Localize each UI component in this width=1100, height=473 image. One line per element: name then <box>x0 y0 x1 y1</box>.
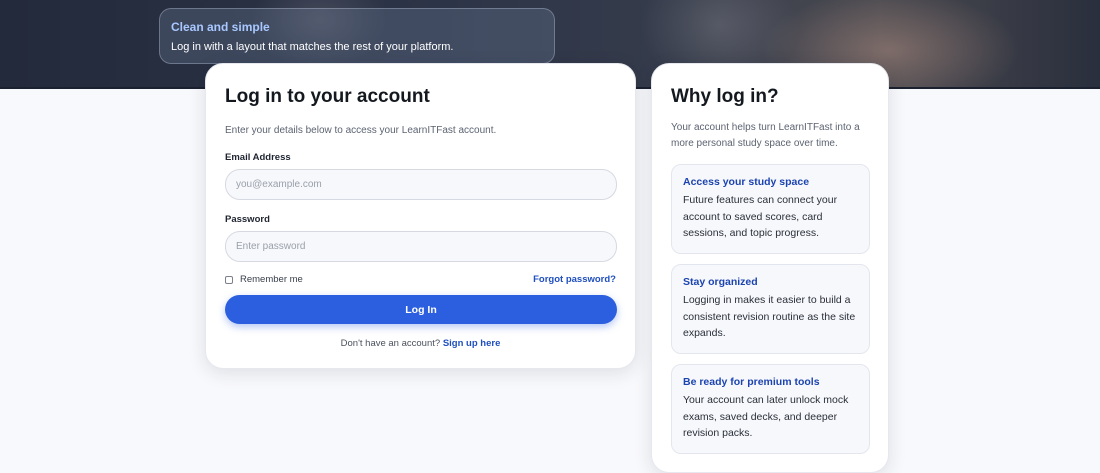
why-login-card: Why log in? Your account helps turn Lear… <box>651 63 889 473</box>
benefit-card: Access your study space Future features … <box>671 164 870 254</box>
login-button[interactable]: Log In <box>225 295 617 324</box>
benefit-title: Access your study space <box>683 176 810 188</box>
benefit-text: Logging in makes it easier to build a co… <box>683 294 856 339</box>
info-banner: Clean and simple Log in with a layout th… <box>159 8 555 64</box>
email-label: Email Address <box>225 152 291 163</box>
why-subtitle: Your account helps turn LearnITFast into… <box>671 122 860 149</box>
login-title: Log in to your account <box>225 86 430 107</box>
banner-title: Clean and simple <box>171 20 270 34</box>
email-field[interactable] <box>225 169 617 200</box>
remember-me[interactable]: Remember me <box>225 274 303 285</box>
benefit-title: Be ready for premium tools <box>683 376 820 388</box>
benefit-title: Stay organized <box>683 276 758 288</box>
login-card: Log in to your account Enter your detail… <box>205 63 636 369</box>
password-field[interactable] <box>225 231 617 262</box>
benefit-card: Be ready for premium tools Your account … <box>671 364 870 454</box>
signup-link[interactable]: Sign up here <box>443 338 501 349</box>
benefit-text: Your account can later unlock mock exams… <box>683 394 849 439</box>
signup-row: Don't have an account? Sign up here <box>225 338 616 349</box>
password-label: Password <box>225 214 270 225</box>
banner-text: Log in with a layout that matches the re… <box>171 41 454 53</box>
remember-me-checkbox[interactable] <box>225 275 233 284</box>
login-options-row: Remember me Forgot password? <box>225 274 616 285</box>
why-title: Why log in? <box>671 86 779 107</box>
benefit-card: Stay organized Logging in makes it easie… <box>671 264 870 354</box>
remember-me-label: Remember me <box>240 274 303 285</box>
signup-prompt: Don't have an account? <box>340 338 441 349</box>
benefit-text: Future features can connect your account… <box>683 194 838 239</box>
forgot-password-link[interactable]: Forgot password? <box>533 274 616 285</box>
login-subtitle: Enter your details below to access your … <box>225 125 497 136</box>
